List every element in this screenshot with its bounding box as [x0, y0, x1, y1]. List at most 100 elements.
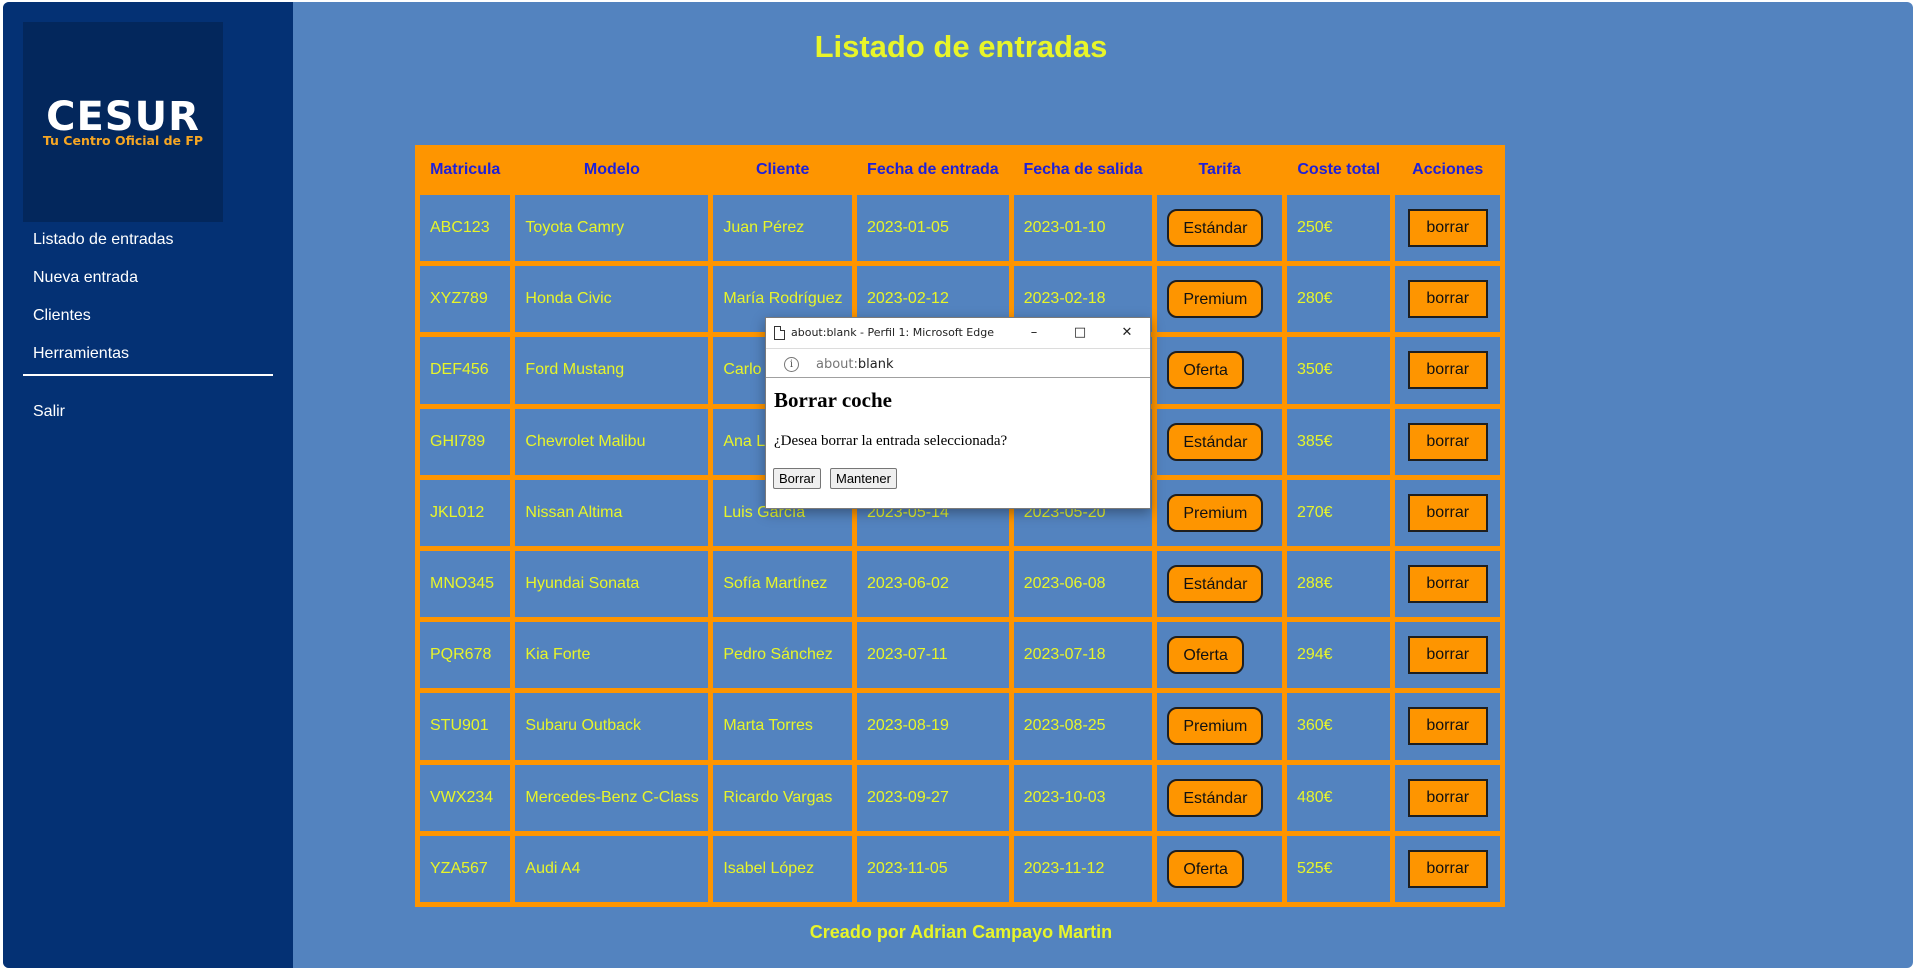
cell-cliente: Juan Pérez	[713, 195, 852, 262]
cell-modelo: Honda Civic	[515, 266, 709, 333]
borrar-button[interactable]: borrar	[1407, 707, 1488, 746]
borrar-confirm-button[interactable]: Borrar	[773, 468, 822, 489]
table-row: STU901 Subaru Outback Marta Torres 2023-08-…	[420, 693, 1500, 760]
nav-clientes[interactable]: Clientes	[33, 307, 91, 325]
cell-tarifa: Oferta	[1157, 622, 1282, 689]
tarifa-button[interactable]: Oferta	[1167, 636, 1244, 675]
cell-matricula: YZA567	[420, 835, 511, 902]
borrar-button[interactable]: borrar	[1407, 849, 1488, 888]
entries-table: Matricula Modelo Cliente Fecha de entrad…	[415, 145, 1505, 907]
borrar-button[interactable]: borrar	[1407, 636, 1488, 675]
cell-tarifa: Estándar	[1157, 764, 1282, 831]
cell-cliente: Isabel López	[713, 835, 852, 902]
cell-acciones: borrar	[1395, 408, 1500, 475]
cell-modelo: Kia Forte	[515, 622, 709, 689]
cell-acciones: borrar	[1395, 550, 1500, 618]
cell-tarifa: Estándar	[1157, 408, 1282, 475]
app-window: CESUR Tu Centro Oficial de FP Listado de…	[3, 2, 1913, 968]
cell-fecha-salida: 2023-01-10	[1013, 195, 1153, 262]
cell-acciones: borrar	[1395, 195, 1500, 262]
page-footer: Creado por Adrian Campayo Martin	[809, 922, 1113, 942]
nav-listado-entradas[interactable]: Listado de entradas	[33, 231, 174, 249]
url-rest: blank	[857, 357, 894, 372]
maximize-icon[interactable]: □	[1057, 318, 1103, 348]
table-row: PQR678 Kia Forte Pedro Sánchez 2023-07-11 20…	[420, 622, 1500, 689]
cell-fecha-entrada: 2023-07-11	[857, 622, 1009, 689]
table-row: ABC123 Toyota Camry Juan Pérez 2023-01-05 20…	[420, 195, 1500, 262]
close-icon[interactable]: ✕	[1104, 318, 1150, 348]
cell-coste-total: 360€	[1286, 693, 1391, 760]
tarifa-button[interactable]: Oferta	[1167, 351, 1244, 390]
cell-acciones: borrar	[1395, 764, 1500, 831]
cell-tarifa: Oferta	[1157, 337, 1282, 404]
nav-nueva-entrada[interactable]: Nueva entrada	[33, 269, 138, 287]
table-row: VWX234 Mercedes-Benz C-Class Ricardo Varga…	[420, 764, 1500, 831]
tarifa-button[interactable]: Premium	[1167, 280, 1264, 319]
cell-fecha-entrada: 2023-11-05	[857, 835, 1009, 902]
cell-acciones: borrar	[1395, 479, 1500, 546]
cell-matricula: DEF456	[420, 337, 511, 404]
cell-modelo: Chevrolet Malibu	[515, 408, 709, 475]
delete-confirm-popup: about:blank - Perfil 1: Microsoft Edge –…	[765, 317, 1151, 509]
cell-modelo: Toyota Camry	[515, 195, 709, 262]
tarifa-button[interactable]: Estándar	[1167, 778, 1264, 817]
cell-fecha-salida: 2023-10-03	[1013, 764, 1153, 831]
tarifa-button[interactable]: Estándar	[1167, 209, 1264, 248]
cell-coste-total: 525€	[1286, 835, 1391, 902]
cell-fecha-entrada: 2023-01-05	[857, 195, 1009, 262]
nav-herramientas[interactable]: Herramientas	[33, 345, 129, 363]
mantener-button[interactable]: Mantener	[830, 468, 897, 489]
borrar-button[interactable]: borrar	[1407, 778, 1488, 817]
tarifa-button[interactable]: Estándar	[1167, 422, 1264, 461]
tarifa-button[interactable]: Premium	[1167, 493, 1264, 532]
cell-acciones: borrar	[1395, 835, 1500, 902]
nav-divider	[23, 374, 273, 376]
cell-acciones: borrar	[1395, 266, 1500, 333]
nav-salir[interactable]: Salir	[33, 403, 65, 421]
cell-modelo: Ford Mustang	[515, 337, 709, 404]
cell-coste-total: 288€	[1286, 550, 1391, 618]
cell-tarifa: Premium	[1157, 266, 1282, 333]
cell-matricula: VWX234	[420, 764, 511, 831]
cell-cliente: Sofía Martínez	[713, 550, 852, 618]
borrar-button[interactable]: borrar	[1407, 209, 1488, 248]
table-header-row: Matricula Modelo Cliente Fecha de entrad…	[420, 150, 1500, 190]
cell-matricula: STU901	[420, 693, 511, 760]
cell-matricula: ABC123	[420, 195, 511, 262]
page-title: Listado de entradas	[814, 29, 1108, 64]
header-matricula: Matricula	[430, 161, 501, 178]
table-row: YZA567 Audi A4 Isabel López 2023-11-05 2023-…	[420, 835, 1500, 902]
cesur-logo: CESUR Tu Centro Oficial de FP	[23, 22, 223, 222]
cell-acciones: borrar	[1395, 337, 1500, 404]
borrar-button[interactable]: borrar	[1407, 280, 1488, 319]
tarifa-button[interactable]: Estándar	[1167, 565, 1264, 604]
cell-tarifa: Estándar	[1157, 195, 1282, 262]
cell-fecha-salida: 2023-07-18	[1013, 622, 1153, 689]
cell-cliente: Ricardo Vargas	[713, 764, 852, 831]
borrar-button[interactable]: borrar	[1407, 493, 1488, 532]
cell-fecha-salida: 2023-11-12	[1013, 835, 1153, 902]
cell-fecha-entrada: 2023-06-02	[857, 550, 1009, 618]
popup-heading: Borrar coche	[774, 388, 892, 412]
popup-message: ¿Desea borrar la entrada seleccionada?	[774, 433, 1008, 449]
popup-titlebar[interactable]: about:blank - Perfil 1: Microsoft Edge –…	[766, 318, 1150, 348]
cell-coste-total: 270€	[1286, 479, 1391, 546]
borrar-button[interactable]: borrar	[1407, 565, 1488, 604]
header-cliente: Cliente	[756, 161, 810, 178]
header-fecha-salida: Fecha de salida	[1023, 161, 1143, 178]
cell-cliente: Pedro Sánchez	[713, 622, 852, 689]
info-icon[interactable]: i	[784, 357, 799, 372]
table-row: MNO345 Hyundai Sonata Sofía Martínez 2023-0…	[420, 550, 1500, 618]
popup-address-bar: i about:blank	[766, 348, 1150, 378]
header-tarifa: Tarifa	[1198, 161, 1241, 178]
cell-fecha-entrada: 2023-08-19	[857, 693, 1009, 760]
tarifa-button[interactable]: Premium	[1167, 707, 1264, 746]
borrar-button[interactable]: borrar	[1407, 422, 1488, 461]
tarifa-button[interactable]: Oferta	[1167, 849, 1244, 888]
minimize-icon[interactable]: –	[1011, 318, 1057, 348]
sidebar: CESUR Tu Centro Oficial de FP Listado de…	[3, 2, 293, 968]
cell-matricula: JKL012	[420, 479, 511, 546]
cell-cliente: Marta Torres	[713, 693, 852, 760]
borrar-button[interactable]: borrar	[1407, 351, 1488, 390]
cell-coste-total: 280€	[1286, 266, 1391, 333]
